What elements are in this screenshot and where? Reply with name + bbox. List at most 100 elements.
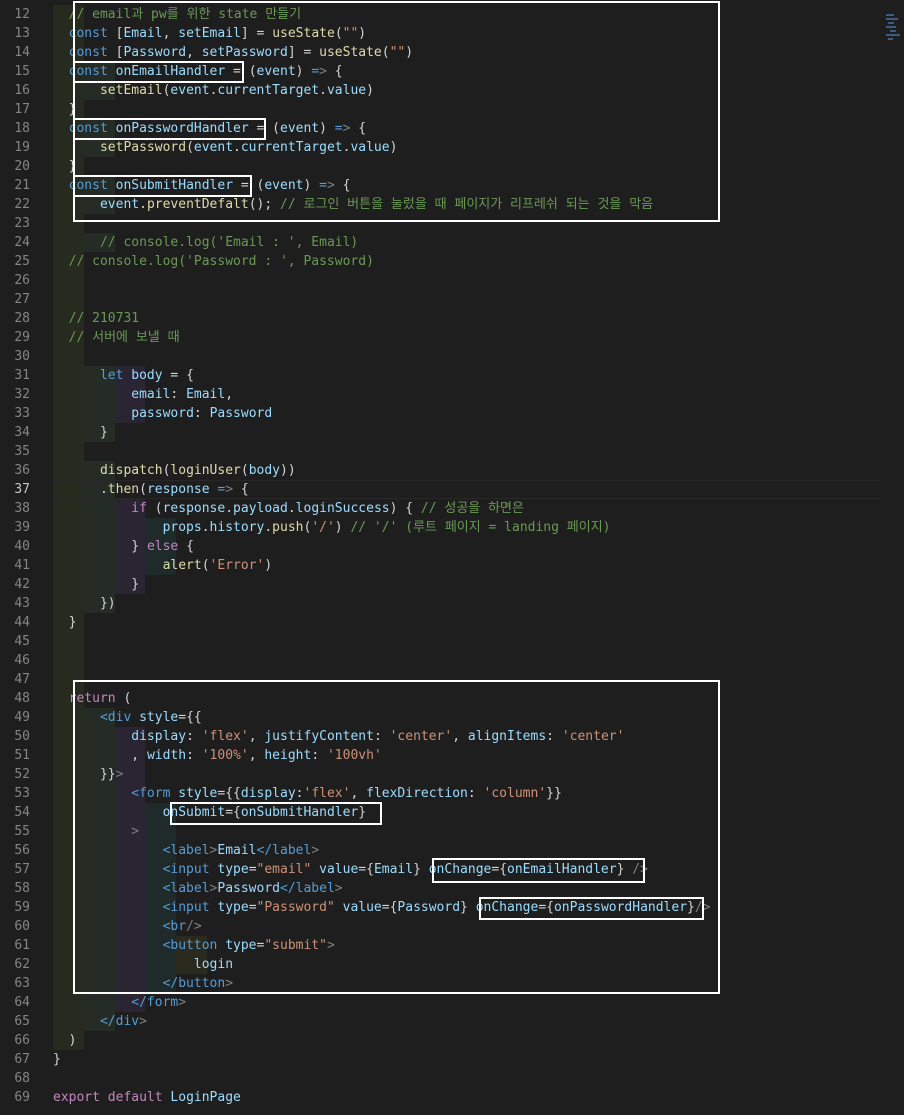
line-number: 64: [14, 995, 30, 1010]
annotation-box-onChange-email: [432, 858, 645, 883]
line-number: 41: [14, 558, 30, 573]
code-line[interactable]: 66 ): [0, 1031, 904, 1050]
code-text: }): [99, 596, 116, 611]
code-text: dispatch(loginUser(body)): [99, 463, 296, 478]
minimap-stroke: [886, 18, 898, 20]
code-text: }: [68, 615, 77, 630]
line-number: 34: [14, 425, 30, 440]
annotation-box-return: [73, 680, 720, 994]
code-line[interactable]: 65 </div>: [0, 1012, 904, 1031]
code-line[interactable]: 36 dispatch(loginUser(body)): [0, 461, 904, 480]
code-line[interactable]: 43 }): [0, 594, 904, 613]
line-number: 37: [14, 482, 30, 497]
line-number: 30: [14, 349, 30, 364]
annotation-box-onSubmitHandler: [73, 175, 252, 197]
code-line[interactable]: 28 // 210731: [0, 309, 904, 328]
line-number: 27: [14, 292, 30, 307]
code-text: let body = {: [99, 368, 194, 383]
minimap-stroke: [890, 30, 896, 32]
annotation-box-onEmailHandler: [73, 61, 244, 83]
minimap-stroke: [888, 38, 893, 40]
line-number: 38: [14, 501, 30, 516]
line-number: 40: [14, 539, 30, 554]
code-line[interactable]: 33 password: Password: [0, 404, 904, 423]
line-number: 52: [14, 767, 30, 782]
code-line[interactable]: 39 props.history.push('/') // '/' (루트 페이…: [0, 518, 904, 537]
line-number: 69: [14, 1090, 30, 1105]
code-line[interactable]: 42 }: [0, 575, 904, 594]
line-number: 57: [14, 862, 30, 877]
minimap-stroke: [886, 34, 900, 36]
line-number: 47: [14, 672, 30, 687]
code-text: // 서버에 보낼 때: [68, 330, 180, 345]
code-text: ): [68, 1033, 77, 1048]
line-number: 68: [14, 1071, 30, 1086]
code-line[interactable]: 25 // console.log('Password : ', Passwor…: [0, 252, 904, 271]
code-line[interactable]: 29 // 서버에 보낼 때: [0, 328, 904, 347]
code-text: export default LoginPage: [53, 1090, 241, 1105]
code-line[interactable]: 44 }: [0, 613, 904, 632]
line-number: 33: [14, 406, 30, 421]
line-number: 29: [14, 330, 30, 345]
line-number: 21: [14, 178, 30, 193]
line-number: 67: [14, 1052, 30, 1067]
line-number: 60: [14, 919, 30, 934]
code-text: // 210731: [68, 311, 140, 326]
line-number: 14: [14, 45, 30, 60]
minimap-stroke: [888, 22, 894, 24]
code-line[interactable]: 40 } else {: [0, 537, 904, 556]
code-editor[interactable]: 12 // email과 pw를 위한 state 만들기 13 const [E…: [0, 0, 904, 1115]
line-number: 31: [14, 368, 30, 383]
code-line[interactable]: 34 }: [0, 423, 904, 442]
line-number: 16: [14, 83, 30, 98]
code-line[interactable]: 68: [0, 1069, 904, 1088]
code-line[interactable]: 67}: [0, 1050, 904, 1069]
code-line[interactable]: 35: [0, 442, 904, 461]
line-number: 18: [14, 121, 30, 136]
code-text: props.history.push('/') // '/' (루트 페이지 =…: [162, 520, 611, 535]
line-number: 63: [14, 976, 30, 991]
line-number: 66: [14, 1033, 30, 1048]
code-text: }: [131, 577, 140, 592]
code-line[interactable]: 27: [0, 290, 904, 309]
code-line[interactable]: 31 let body = {: [0, 366, 904, 385]
code-line[interactable]: 46: [0, 651, 904, 670]
code-line[interactable]: 26: [0, 271, 904, 290]
line-number: 23: [14, 216, 30, 231]
code-line[interactable]: 38 if (response.payload.loginSuccess) { …: [0, 499, 904, 518]
minimap-stroke: [886, 26, 896, 28]
line-number: 51: [14, 748, 30, 763]
code-text: alert('Error'): [162, 558, 273, 573]
line-number: 15: [14, 64, 30, 79]
code-text: // console.log('Password : ', Password): [68, 254, 374, 269]
code-line[interactable]: 24 // console.log('Email : ', Email): [0, 233, 904, 252]
line-number: 54: [14, 805, 30, 820]
line-number: 26: [14, 273, 30, 288]
code-line[interactable]: 45: [0, 632, 904, 651]
code-line[interactable]: 30: [0, 347, 904, 366]
line-number: 65: [14, 1014, 30, 1029]
line-number: 35: [14, 444, 30, 459]
minimap[interactable]: [884, 10, 904, 100]
code-text: </div>: [99, 1014, 147, 1029]
code-line[interactable]: 69 export default LoginPage: [0, 1088, 904, 1107]
code-line[interactable]: 41 alert('Error'): [0, 556, 904, 575]
code-line[interactable]: 32 email: Email,: [0, 385, 904, 404]
annotation-box-onChange-password: [479, 897, 704, 920]
line-number: 43: [14, 596, 30, 611]
line-number: 45: [14, 634, 30, 649]
line-number: 17: [14, 102, 30, 117]
code-text: if (response.payload.loginSuccess) { // …: [131, 501, 524, 516]
line-number: 24: [14, 235, 30, 250]
minimap-stroke: [886, 14, 894, 16]
line-number: 49: [14, 710, 30, 725]
annotation-box-onSubmit: [170, 802, 382, 825]
code-line[interactable]: 64 </form>: [0, 993, 904, 1012]
line-number: 19: [14, 140, 30, 155]
code-text: // console.log('Email : ', Email): [99, 235, 359, 250]
line-number: 13: [14, 26, 30, 41]
line-number: 50: [14, 729, 30, 744]
line-number: 46: [14, 653, 30, 668]
code-line[interactable]: 37 .then(response => {: [0, 480, 904, 499]
line-number: 48: [14, 691, 30, 706]
